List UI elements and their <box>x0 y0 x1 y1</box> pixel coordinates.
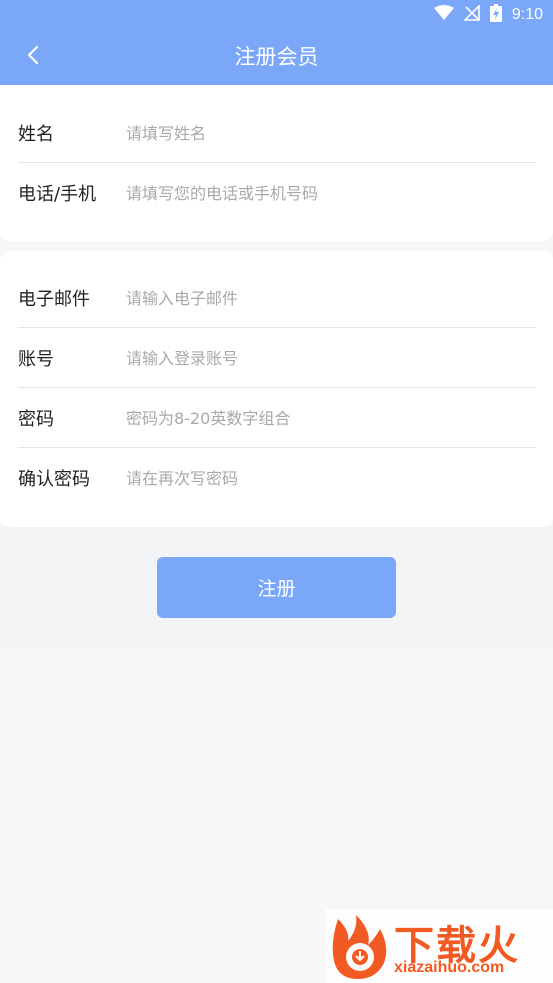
name-input[interactable] <box>126 123 535 143</box>
confirm-password-input[interactable] <box>126 468 535 488</box>
signal-off-icon <box>462 4 480 25</box>
name-label: 姓名 <box>18 124 54 145</box>
watermark-domain: xiazaihuo.com <box>394 959 505 976</box>
account-input[interactable] <box>126 348 535 368</box>
page-title: 注册会员 <box>234 45 319 69</box>
confirm-password-row: 确认密码 <box>18 448 535 508</box>
account-row: 账号 <box>18 328 535 388</box>
phone-label: 电话/手机 <box>18 184 97 205</box>
password-input[interactable] <box>126 408 535 428</box>
password-label: 密码 <box>18 409 54 430</box>
phone-row: 电话/手机 <box>18 163 535 223</box>
battery-charging-icon <box>489 4 502 26</box>
phone-input[interactable] <box>126 183 535 203</box>
register-button[interactable]: 注册 <box>157 557 396 618</box>
email-input[interactable] <box>126 288 535 308</box>
confirm-password-label: 确认密码 <box>18 469 90 490</box>
action-area: 注册 <box>0 527 553 647</box>
status-bar: 9:10 <box>433 4 543 26</box>
wifi-icon <box>433 5 454 25</box>
form-card-account: 电子邮件 账号 密码 确认密码 <box>0 251 553 527</box>
account-label: 账号 <box>18 349 54 370</box>
email-label: 电子邮件 <box>18 289 90 310</box>
password-row: 密码 <box>18 388 535 448</box>
app-header: 9:10 注册会员 <box>0 0 553 85</box>
name-row: 姓名 <box>18 103 535 163</box>
status-time: 9:10 <box>511 6 543 23</box>
watermark-logo: 下载火 xiazaihuo.com <box>326 909 553 983</box>
form-card-basic: 姓名 电话/手机 <box>0 85 553 241</box>
email-row: 电子邮件 <box>18 268 535 328</box>
flame-logo-icon <box>328 911 392 983</box>
